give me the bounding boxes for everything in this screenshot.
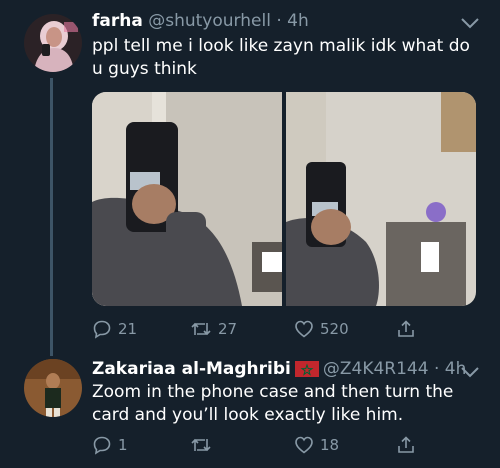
action-bar: 21 27 520: [92, 319, 422, 341]
separator-dot: ·: [433, 359, 440, 379]
share-icon: [398, 436, 414, 453]
action-bar: 1 18: [92, 435, 422, 457]
avatar[interactable]: [24, 14, 82, 72]
tweet[interactable]: Zakariaa al-Maghribi @Z4K4R144 · 4h Zoom…: [0, 352, 500, 468]
tweet-text: Zoom in the phone case and then turn the…: [92, 382, 454, 425]
reply-icon: [93, 320, 111, 339]
display-name[interactable]: Zakariaa al-Maghribi: [92, 359, 291, 379]
separator-dot: ·: [276, 11, 282, 31]
thread-line: [50, 78, 53, 356]
chevron-down-icon[interactable]: [460, 16, 480, 30]
retweet-icon: [191, 438, 211, 452]
tweet-header: farha @shutyourhell · 4h: [92, 11, 309, 31]
like-count: 520: [320, 320, 349, 338]
reply-button[interactable]: 1: [92, 435, 128, 455]
like-icon: [295, 320, 313, 338]
retweet-button[interactable]: 27: [190, 319, 237, 339]
media-grid[interactable]: [92, 92, 476, 306]
mirror-selfie-photo[interactable]: [92, 92, 282, 306]
share-button[interactable]: [396, 319, 416, 339]
retweet-count: 27: [218, 320, 238, 338]
tweet[interactable]: farha @shutyourhell · 4h ppl tell me i l…: [0, 0, 500, 356]
reply-icon: [93, 436, 111, 455]
avatar[interactable]: [24, 359, 82, 417]
user-handle[interactable]: @Z4K4R144: [323, 359, 429, 379]
share-button[interactable]: [396, 435, 416, 455]
like-count: 18: [320, 436, 340, 454]
morocco-flag-icon: [294, 361, 319, 377]
like-button[interactable]: 18: [294, 435, 339, 455]
tweet-text: ppl tell me i look like zayn malik idk w…: [92, 36, 470, 79]
retweet-button[interactable]: [190, 435, 218, 455]
reply-count: 21: [118, 320, 138, 338]
reply-button[interactable]: 21: [92, 319, 137, 339]
reply-count: 1: [118, 436, 128, 454]
display-name[interactable]: farha: [92, 11, 143, 31]
share-icon: [398, 320, 414, 337]
retweet-icon: [191, 322, 211, 336]
like-icon: [295, 436, 313, 454]
mirror-selfie-photo[interactable]: [286, 92, 476, 306]
chevron-down-icon[interactable]: [460, 365, 480, 379]
tweet-header: Zakariaa al-Maghribi @Z4K4R144 · 4h: [92, 359, 466, 379]
like-button[interactable]: 520: [294, 319, 349, 339]
timestamp[interactable]: 4h: [287, 11, 309, 31]
user-handle[interactable]: @shutyourhell: [148, 11, 271, 31]
